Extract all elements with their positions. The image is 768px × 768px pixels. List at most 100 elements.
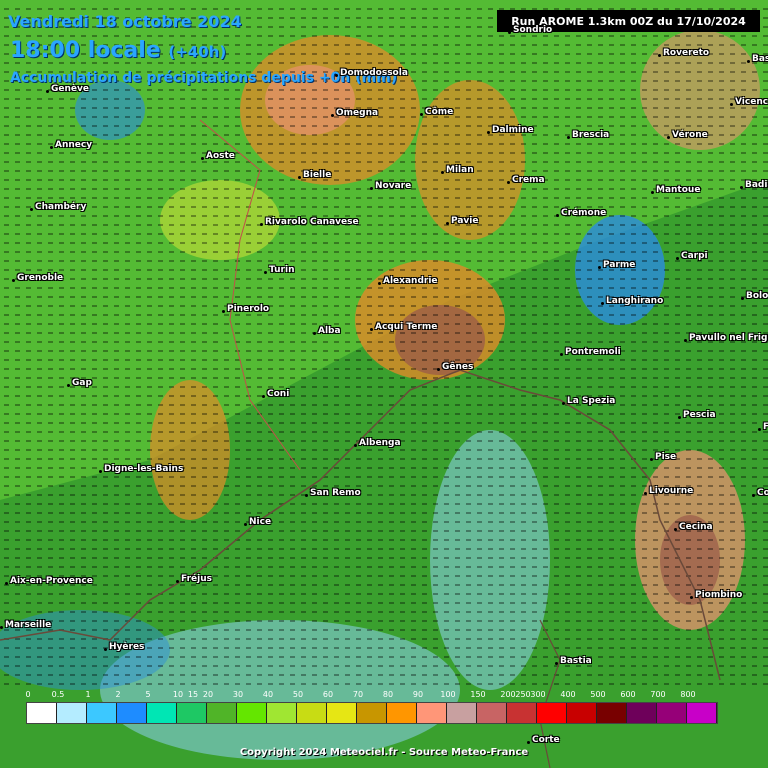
- grid-value-tick: [521, 206, 526, 208]
- grid-value-tick: [169, 206, 174, 208]
- grid-value-tick: [642, 359, 647, 361]
- grid-value-tick: [708, 197, 713, 199]
- grid-value-tick: [268, 548, 273, 550]
- grid-value-tick: [147, 512, 152, 514]
- grid-value-tick: [191, 494, 196, 496]
- grid-value-tick: [235, 134, 240, 136]
- grid-value-tick: [543, 530, 548, 532]
- grid-value-tick: [510, 170, 515, 172]
- grid-value-tick: [466, 629, 471, 631]
- grid-value-tick: [433, 395, 438, 397]
- grid-value-tick: [15, 341, 20, 343]
- grid-value-tick: [114, 260, 119, 262]
- grid-value-tick: [488, 170, 493, 172]
- grid-value-tick: [444, 359, 449, 361]
- grid-value-tick: [411, 620, 416, 622]
- grid-value-tick: [356, 449, 361, 451]
- grid-value-tick: [697, 242, 702, 244]
- grid-value-tick: [59, 269, 64, 271]
- grid-value-tick: [422, 269, 427, 271]
- grid-value-tick: [345, 341, 350, 343]
- grid-value-tick: [26, 233, 31, 235]
- grid-value-tick: [37, 449, 42, 451]
- grid-value-tick: [609, 251, 614, 253]
- grid-value-tick: [235, 296, 240, 298]
- grid-value-tick: [334, 512, 339, 514]
- grid-value-tick: [345, 413, 350, 415]
- grid-value-tick: [565, 98, 570, 100]
- grid-value-tick: [389, 260, 394, 262]
- grid-value-tick: [598, 485, 603, 487]
- grid-value-tick: [565, 521, 570, 523]
- grid-value-tick: [279, 512, 284, 514]
- grid-value-tick: [598, 71, 603, 73]
- grid-value-tick: [532, 602, 537, 604]
- grid-value-tick: [565, 539, 570, 541]
- grid-value-tick: [609, 440, 614, 442]
- grid-value-tick: [565, 107, 570, 109]
- grid-value-tick: [433, 386, 438, 388]
- grid-value-tick: [345, 278, 350, 280]
- grid-value-tick: [400, 8, 405, 10]
- grid-value-tick: [752, 314, 757, 316]
- grid-value-tick: [224, 539, 229, 541]
- grid-value-tick: [587, 53, 592, 55]
- grid-value-tick: [169, 170, 174, 172]
- grid-value-tick: [510, 422, 515, 424]
- grid-value-tick: [323, 116, 328, 118]
- grid-value-tick: [48, 377, 53, 379]
- grid-value-tick: [268, 44, 273, 46]
- grid-value-tick: [268, 287, 273, 289]
- grid-value-tick: [48, 170, 53, 172]
- grid-value-tick: [92, 386, 97, 388]
- grid-value-tick: [444, 26, 449, 28]
- grid-value-tick: [59, 512, 64, 514]
- grid-value-tick: [235, 143, 240, 145]
- grid-value-tick: [708, 422, 713, 424]
- grid-value-tick: [158, 152, 163, 154]
- grid-value-tick: [598, 188, 603, 190]
- grid-value-tick: [433, 620, 438, 622]
- grid-value-tick: [191, 458, 196, 460]
- grid-value-tick: [576, 242, 581, 244]
- grid-value-tick: [213, 593, 218, 595]
- grid-value-tick: [686, 449, 691, 451]
- grid-value-tick: [521, 44, 526, 46]
- grid-value-tick: [367, 413, 372, 415]
- grid-value-tick: [235, 512, 240, 514]
- grid-value-tick: [48, 143, 53, 145]
- grid-value-tick: [158, 305, 163, 307]
- grid-value-tick: [312, 593, 317, 595]
- grid-value-tick: [477, 638, 482, 640]
- grid-value-tick: [477, 422, 482, 424]
- grid-value-tick: [257, 26, 262, 28]
- grid-value-tick: [653, 35, 658, 37]
- grid-value-tick: [301, 143, 306, 145]
- grid-value-tick: [4, 89, 9, 91]
- grid-value-tick: [631, 287, 636, 289]
- grid-value-tick: [576, 638, 581, 640]
- grid-value-tick: [70, 566, 75, 568]
- grid-value-tick: [268, 152, 273, 154]
- grid-value-tick: [686, 233, 691, 235]
- grid-value-tick: [675, 395, 680, 397]
- grid-value-tick: [26, 242, 31, 244]
- grid-value-tick: [686, 611, 691, 613]
- grid-value-tick: [697, 233, 702, 235]
- grid-value-tick: [719, 548, 724, 550]
- grid-value-tick: [411, 404, 416, 406]
- grid-value-tick: [202, 539, 207, 541]
- grid-value-tick: [257, 62, 262, 64]
- grid-value-tick: [334, 323, 339, 325]
- grid-value-tick: [323, 125, 328, 127]
- grid-value-tick: [92, 242, 97, 244]
- grid-value-tick: [224, 107, 229, 109]
- grid-value-tick: [543, 161, 548, 163]
- grid-value-tick: [268, 332, 273, 334]
- grid-value-tick: [125, 233, 130, 235]
- grid-value-tick: [290, 566, 295, 568]
- grid-value-tick: [4, 215, 9, 217]
- grid-value-tick: [730, 152, 735, 154]
- grid-value-tick: [147, 638, 152, 640]
- grid-value-tick: [268, 503, 273, 505]
